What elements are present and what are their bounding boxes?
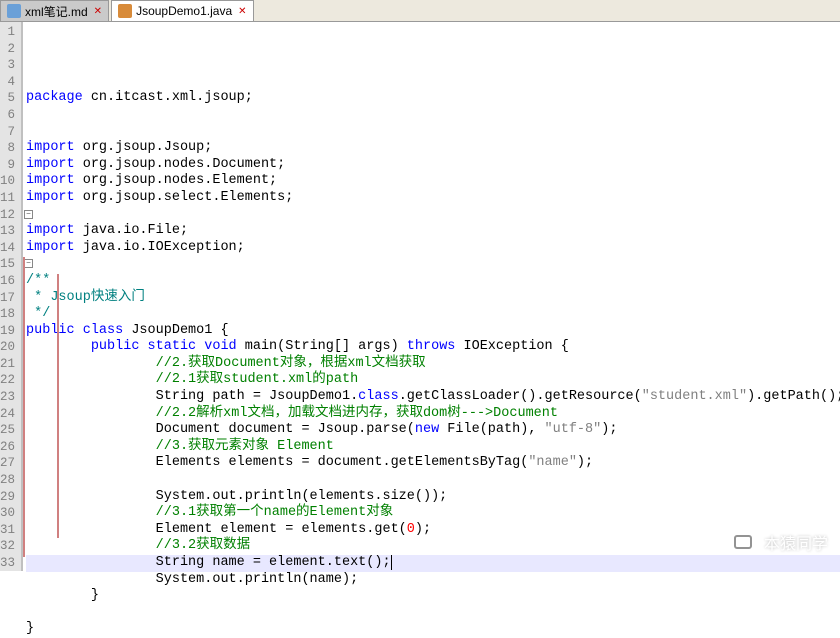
java-icon [118,4,132,18]
line-number: 21 [0,356,15,373]
code-line[interactable]: import java.io.IOException; [26,240,840,257]
line-number: 14 [0,240,15,257]
watermark: 本猿同学 [730,529,828,555]
line-number: 10 [0,173,15,190]
line-number: 8 [0,140,15,157]
line-number: 24 [0,406,15,423]
line-number: 20 [0,339,15,356]
code-line[interactable]: public static void main(String[] args) t… [26,339,840,356]
line-number: 13 [0,223,15,240]
code-line[interactable]: public class JsoupDemo1 { [26,323,840,340]
code-line[interactable]: import org.jsoup.Jsoup; [26,140,840,157]
code-line[interactable]: * Jsoup快速入门 [26,290,840,307]
line-number: 6 [0,107,15,124]
line-number: 33 [0,555,15,572]
tab-xml-notes[interactable]: xml笔记.md ✕ [0,0,109,21]
line-number: 1 [0,24,15,41]
close-icon[interactable]: ✕ [94,6,102,17]
code-line[interactable]: //2.2解析xml文档，加载文档进内存，获取dom树--->Document [26,406,840,423]
line-number: 27 [0,455,15,472]
line-number: 15 [0,256,15,273]
code-line[interactable] [26,124,840,141]
code-line[interactable]: //2.1获取student.xml的path [26,372,840,389]
line-number: 5 [0,90,15,107]
line-number: 23 [0,389,15,406]
code-area[interactable]: package cn.itcast.xml.jsoup; import org.j… [23,22,840,571]
code-line[interactable]: String name = element.text(); [26,555,840,572]
line-number: 19 [0,323,15,340]
structure-guide [23,257,25,557]
code-line[interactable]: Elements elements = document.getElements… [26,455,840,472]
code-line[interactable]: //3.获取元素对象 Element [26,439,840,456]
code-line[interactable]: String path = JsoupDemo1.class.getClassL… [26,389,840,406]
watermark-text: 本猿同学 [764,530,828,554]
tab-label: JsoupDemo1.java [136,4,232,18]
wechat-icon [730,529,756,555]
line-number: 2 [0,41,15,58]
code-line[interactable]: //3.2获取数据 [26,538,840,555]
code-line[interactable]: import org.jsoup.nodes.Document; [26,157,840,174]
code-line[interactable]: import org.jsoup.select.Elements; [26,190,840,207]
code-line[interactable]: Element element = elements.get(0); [26,522,840,539]
line-number: 32 [0,538,15,555]
line-number: 7 [0,124,15,141]
code-line[interactable] [26,256,840,273]
line-number: 12 [0,207,15,224]
line-number: 29 [0,489,15,506]
line-number: 4 [0,74,15,91]
code-line[interactable]: System.out.println(elements.size()); [26,489,840,506]
line-number: 25 [0,422,15,439]
line-number-gutter: 1234567891011121314151617181920212223242… [0,22,22,571]
line-number: 16 [0,273,15,290]
code-line[interactable]: //3.1获取第一个name的Element对象 [26,505,840,522]
code-editor[interactable]: 1234567891011121314151617181920212223242… [0,22,840,571]
tab-bar: xml笔记.md ✕ JsoupDemo1.java ✕ [0,0,840,22]
code-line[interactable]: } [26,588,840,605]
line-number: 31 [0,522,15,539]
line-number: 3 [0,57,15,74]
code-line[interactable]: import java.io.File; [26,223,840,240]
code-line[interactable] [26,472,840,489]
tab-label: xml笔记.md [25,3,88,20]
line-number: 30 [0,505,15,522]
line-number: 22 [0,372,15,389]
code-line[interactable]: Document document = Jsoup.parse(new File… [26,422,840,439]
line-number: 18 [0,306,15,323]
line-number: 17 [0,290,15,307]
code-line[interactable]: System.out.println(name); [26,572,840,589]
code-line[interactable]: //2.获取Document对象，根据xml文档获取 [26,356,840,373]
structure-guide [57,274,59,538]
code-line[interactable]: package cn.itcast.xml.jsoup; [26,90,840,107]
code-line[interactable]: */ [26,306,840,323]
code-line[interactable] [26,207,840,224]
code-line[interactable] [26,107,840,124]
line-number: 28 [0,472,15,489]
code-line[interactable]: import org.jsoup.nodes.Element; [26,173,840,190]
code-line[interactable] [26,605,840,622]
line-number: 26 [0,439,15,456]
line-number: 11 [0,190,15,207]
tab-jsoup-demo[interactable]: JsoupDemo1.java ✕ [111,0,253,21]
code-line[interactable]: /** [26,273,840,290]
code-line[interactable]: } [26,621,840,638]
line-number: 9 [0,157,15,174]
close-icon[interactable]: ✕ [238,6,246,17]
markdown-icon [7,4,21,18]
